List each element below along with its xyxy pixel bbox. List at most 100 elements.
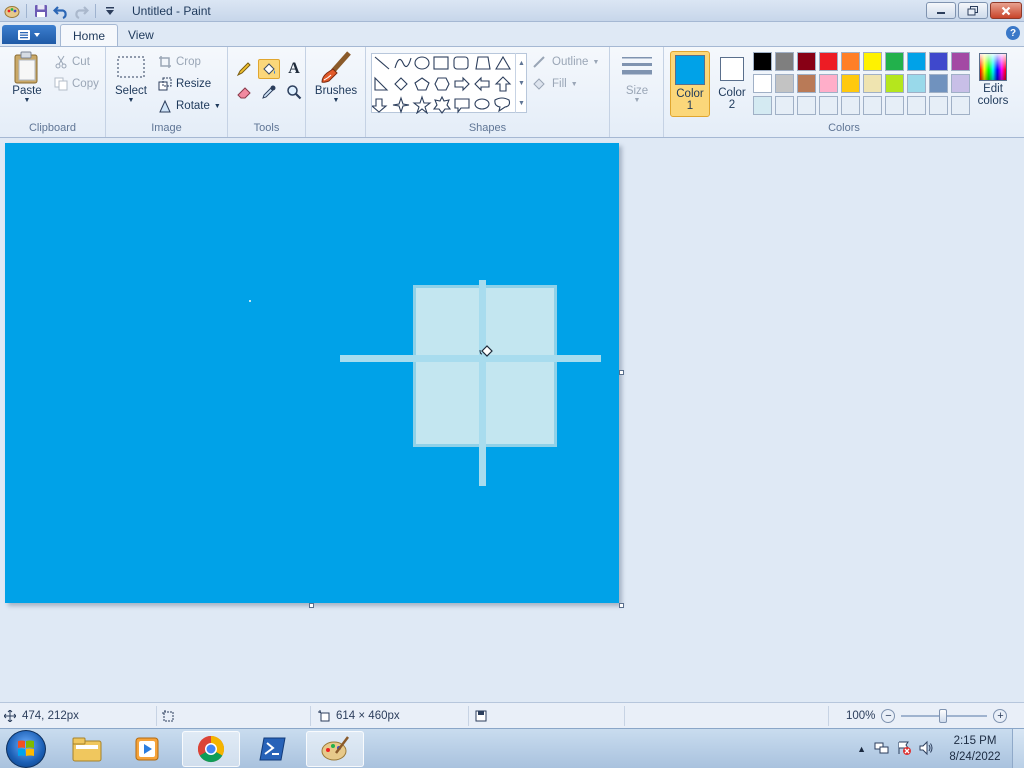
move-cursor-icon (4, 710, 16, 722)
paste-button[interactable]: Paste ▼ (8, 51, 46, 104)
help-icon[interactable]: ? (1006, 26, 1020, 40)
shapes-gallery-scroll[interactable]: ▲ ▼ ▼ (515, 53, 527, 113)
palette-swatch[interactable] (863, 74, 882, 93)
palette-swatch[interactable] (885, 74, 904, 93)
taskbar-paint[interactable] (306, 731, 364, 767)
tab-home[interactable]: Home (60, 24, 119, 46)
disk-icon (475, 710, 487, 722)
palette-swatch[interactable] (885, 96, 904, 115)
show-desktop-button[interactable] (1012, 729, 1024, 768)
canvas-size: 614 × 460px (318, 703, 400, 729)
tab-view[interactable]: View (116, 24, 166, 46)
palette-swatch[interactable] (841, 96, 860, 115)
palette-swatch[interactable] (929, 96, 948, 115)
size-button[interactable]: Size ▼ (618, 51, 656, 104)
zoom-slider[interactable] (901, 709, 988, 723)
zoom-out-icon[interactable]: − (881, 709, 896, 723)
network-icon[interactable] (874, 740, 890, 759)
zoom-slider-thumb[interactable] (939, 709, 948, 723)
color-picker-icon[interactable] (258, 82, 280, 102)
palette-swatch[interactable] (907, 74, 926, 93)
palette-swatch[interactable] (841, 52, 860, 71)
color2-button[interactable]: Color 2 (712, 54, 752, 111)
palette-swatch[interactable] (797, 52, 816, 71)
restore-button[interactable] (958, 2, 988, 19)
text-tool-icon[interactable]: A (283, 59, 305, 79)
palette-swatch[interactable] (819, 96, 838, 115)
fill-icon (533, 78, 545, 90)
paint-menu-button[interactable] (2, 25, 56, 44)
palette-swatch[interactable] (753, 74, 772, 93)
scroll-up-icon[interactable]: ▲ (518, 60, 525, 67)
palette-swatch[interactable] (929, 74, 948, 93)
scroll-down-icon[interactable]: ▼ (518, 80, 525, 87)
eraser-icon[interactable] (233, 82, 255, 102)
zoom-in-icon[interactable]: + (993, 709, 1008, 723)
palette-swatch[interactable] (753, 96, 772, 115)
shape-vertical-bar (479, 280, 486, 486)
palette-swatch[interactable] (775, 52, 794, 71)
volume-icon[interactable] (918, 740, 934, 759)
taskbar-chrome[interactable] (182, 731, 240, 767)
palette-swatch[interactable] (929, 52, 948, 71)
drawing-canvas[interactable] (5, 143, 619, 603)
palette-swatch[interactable] (819, 74, 838, 93)
palette-swatch[interactable] (797, 96, 816, 115)
windows-logo-icon (18, 740, 34, 756)
clock[interactable]: 2:15 PM 8/24/2022 (938, 733, 1012, 765)
select-button[interactable]: Select ▼ (114, 51, 148, 104)
palette-swatch[interactable] (907, 52, 926, 71)
cut-button[interactable]: Cut (54, 55, 90, 69)
resize-button[interactable]: Resize (158, 77, 211, 91)
undo-icon[interactable] (53, 3, 69, 19)
rotate-button[interactable]: Rotate ▼ (158, 99, 221, 113)
redo-icon[interactable] (73, 3, 89, 19)
crop-button[interactable]: Crop (158, 55, 201, 69)
resize-handle-corner[interactable] (619, 603, 624, 608)
edit-colors-button[interactable]: Edit colors (972, 53, 1014, 107)
palette-swatch[interactable] (775, 96, 794, 115)
color1-label-line2: 1 (686, 100, 694, 112)
palette-swatch[interactable] (907, 96, 926, 115)
palette-swatch[interactable] (797, 74, 816, 93)
palette-swatch[interactable] (753, 52, 772, 71)
fill-button[interactable]: Fill ▼ (532, 77, 578, 91)
canvas-size-text: 614 × 460px (336, 710, 400, 722)
title-bar: Untitled - Paint (0, 0, 1024, 22)
save-icon[interactable] (33, 3, 49, 19)
taskbar-file-explorer[interactable] (58, 731, 116, 767)
status-divider (156, 706, 157, 726)
palette-swatch[interactable] (841, 74, 860, 93)
start-button[interactable] (6, 730, 46, 768)
size-label: Size (625, 85, 649, 97)
outline-button[interactable]: Outline ▼ (532, 55, 599, 69)
paste-label: Paste (12, 85, 42, 97)
taskbar-powershell[interactable] (244, 731, 302, 767)
minimize-button[interactable] (926, 2, 956, 19)
brushes-button[interactable]: Brushes ▼ (314, 51, 358, 104)
close-button[interactable] (990, 2, 1022, 19)
customize-qat-icon[interactable] (102, 3, 118, 19)
show-hidden-icons[interactable]: ▲ (857, 744, 866, 754)
palette-swatch[interactable] (951, 74, 970, 93)
taskbar-media-player[interactable] (118, 731, 176, 767)
shapes-group: ▲ ▼ ▼ Outline ▼ Fill ▼ Shapes (366, 47, 610, 137)
fill-bucket-icon[interactable] (258, 59, 280, 79)
palette-swatch[interactable] (863, 52, 882, 71)
color1-button[interactable]: Color 1 (670, 51, 710, 117)
palette-swatch[interactable] (951, 96, 970, 115)
gallery-expand-icon[interactable]: ▼ (518, 100, 525, 107)
resize-handle-bottom[interactable] (309, 603, 314, 608)
magnifier-icon[interactable] (283, 82, 305, 102)
palette-swatch[interactable] (863, 96, 882, 115)
copy-button[interactable]: Copy (54, 77, 99, 91)
pencil-icon[interactable] (233, 59, 255, 79)
resize-handle-right[interactable] (619, 370, 624, 375)
palette-swatch[interactable] (951, 52, 970, 71)
palette-swatch[interactable] (819, 52, 838, 71)
paint-app-icon[interactable] (4, 3, 20, 19)
palette-swatch[interactable] (775, 74, 794, 93)
action-center-icon[interactable] (896, 740, 912, 759)
palette-swatch[interactable] (885, 52, 904, 71)
zoom-level: 100% (846, 710, 876, 722)
